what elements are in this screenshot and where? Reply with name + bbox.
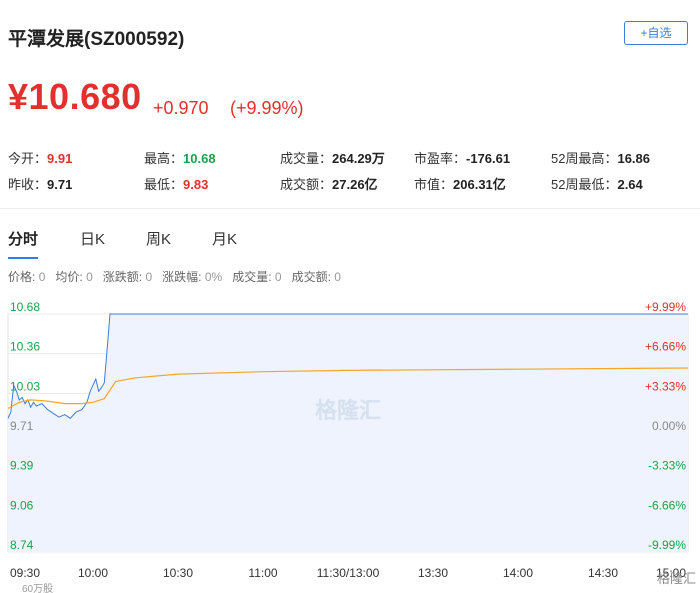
info-amt-value: 0 xyxy=(334,270,341,284)
corner-logo: 格隆汇 xyxy=(657,571,696,586)
info-price-value: 0 xyxy=(38,270,46,284)
tab-intraday[interactable]: 分时 xyxy=(8,228,39,259)
crosshair-info: 价格: 0 均价: 0 涨跌额: 0 涨跌幅: 0% 成交量: 0 成交额: 0 xyxy=(8,268,341,285)
stat-52w-low-label: 52周最低： xyxy=(551,177,618,192)
stat-high-value: 10.68 xyxy=(183,151,216,166)
info-chgpct-label: 涨跌幅: xyxy=(162,270,202,284)
price-area-fill xyxy=(8,314,688,552)
stat-52w-high-label: 52周最高： xyxy=(551,151,618,166)
current-price: ¥10.680 xyxy=(8,76,142,117)
price-change-percent: (+9.99%) xyxy=(230,98,304,118)
stat-high: 最高：10.68 xyxy=(144,148,216,167)
stat-market-cap-label: 市值： xyxy=(414,177,454,192)
stats-grid: 今开：9.91 昨收：9.71 最高：10.68 最低：9.83 成交量：264… xyxy=(8,144,692,194)
info-vol-label: 成交量: xyxy=(232,270,272,284)
x-tick-label: 11:30/13:00 xyxy=(317,566,380,580)
stat-amount-label: 成交额： xyxy=(280,177,333,192)
header: 平潭发展(SZ000592) +自选 xyxy=(8,18,692,58)
stat-pe-value: -176.61 xyxy=(466,151,511,166)
info-avg-label: 均价: xyxy=(55,270,83,284)
stat-low-label: 最低： xyxy=(144,177,184,192)
stat-pe-label: 市盈率： xyxy=(414,151,467,166)
x-tick-label: 11:00 xyxy=(248,566,277,580)
watermark-logo: 格隆汇 xyxy=(315,398,381,423)
y-right-tick-label: -9.99% xyxy=(648,538,686,552)
stat-open: 今开：9.91 xyxy=(8,148,72,167)
stat-52w-high-value: 16.86 xyxy=(617,151,651,166)
volume-axis-label: 60万股 xyxy=(22,583,53,593)
stat-open-value: 9.91 xyxy=(47,151,73,166)
stock-title: 平潭发展(SZ000592) xyxy=(8,29,185,50)
y-right-tick-label: +3.33% xyxy=(645,379,686,393)
x-tick-label: 13:30 xyxy=(418,566,448,580)
stat-high-label: 最高： xyxy=(144,151,184,166)
info-chg-value: 0 xyxy=(145,270,153,284)
y-tick-label: 9.71 xyxy=(10,419,34,433)
info-price-label: 价格: xyxy=(8,270,36,284)
intraday-chart-svg[interactable]: 格隆汇 10.68 10.36 10.03 9.71 9.39 9.06 8.74 +9.9… xyxy=(0,290,700,593)
tab-daily-k[interactable]: 日K xyxy=(80,228,105,257)
info-chg-label: 涨跌额: xyxy=(102,270,143,284)
stat-52w-high: 52周最高：16.86 xyxy=(551,148,650,167)
stat-open-label: 今开： xyxy=(8,151,48,166)
price-change: +0.970 xyxy=(153,98,209,118)
tab-weekly-k[interactable]: 周K xyxy=(146,228,171,257)
stat-prev-close-label: 昨收： xyxy=(8,177,48,192)
chart-tabs: 分时 日K 周K 月K xyxy=(8,228,308,259)
info-amt-label: 成交额: xyxy=(291,270,331,284)
x-tick-label: 10:00 xyxy=(78,566,108,580)
stat-volume-value: 264.29万 xyxy=(332,151,385,166)
stat-52w-low-value: 2.64 xyxy=(617,177,643,192)
stat-amount: 成交额：27.26亿 xyxy=(280,174,378,193)
y-tick-label: 9.39 xyxy=(10,459,34,473)
section-divider xyxy=(0,208,700,209)
add-to-watchlist-button[interactable]: +自选 xyxy=(624,21,688,45)
intraday-chart[interactable]: 格隆汇 10.68 10.36 10.03 9.71 9.39 9.06 8.74 +9.9… xyxy=(0,290,700,593)
quote-row: ¥10.680 +0.970 (+9.99%) xyxy=(8,74,692,124)
info-avg-value: 0 xyxy=(86,270,93,284)
x-tick-label: 10:30 xyxy=(163,566,193,580)
x-tick-label: 14:30 xyxy=(588,566,618,580)
info-vol-value: 0 xyxy=(274,270,282,284)
y-right-tick-label: -6.66% xyxy=(648,498,686,512)
stat-market-cap-value: 206.31亿 xyxy=(453,177,506,192)
stat-52w-low: 52周最低：2.64 xyxy=(551,174,643,193)
y-right-tick-label: +6.66% xyxy=(645,340,686,354)
tab-monthly-k[interactable]: 月K xyxy=(212,228,237,257)
y-right-tick-label: 0.00% xyxy=(652,419,686,433)
y-tick-label: 9.06 xyxy=(10,498,34,512)
info-chgpct-value: 0% xyxy=(204,270,223,284)
stat-amount-value: 27.26亿 xyxy=(332,177,378,192)
y-tick-label: 10.68 xyxy=(10,300,40,314)
y-tick-label: 10.36 xyxy=(10,340,40,354)
stat-low-value: 9.83 xyxy=(183,177,209,192)
stat-low: 最低：9.83 xyxy=(144,174,208,193)
stat-market-cap: 市值：206.31亿 xyxy=(414,174,506,193)
stat-volume: 成交量：264.29万 xyxy=(280,148,385,167)
y-right-tick-label: -3.33% xyxy=(648,459,686,473)
y-tick-label: 10.03 xyxy=(10,379,40,393)
y-tick-label: 8.74 xyxy=(10,538,34,552)
stat-prev-close: 昨收：9.71 xyxy=(8,174,72,193)
stat-pe: 市盈率：-176.61 xyxy=(414,148,510,167)
x-tick-label: 09:30 xyxy=(10,566,40,580)
stat-prev-close-value: 9.71 xyxy=(47,177,73,192)
y-right-tick-label: +9.99% xyxy=(645,300,686,314)
stat-volume-label: 成交量： xyxy=(280,151,333,166)
x-tick-label: 14:00 xyxy=(503,566,533,580)
